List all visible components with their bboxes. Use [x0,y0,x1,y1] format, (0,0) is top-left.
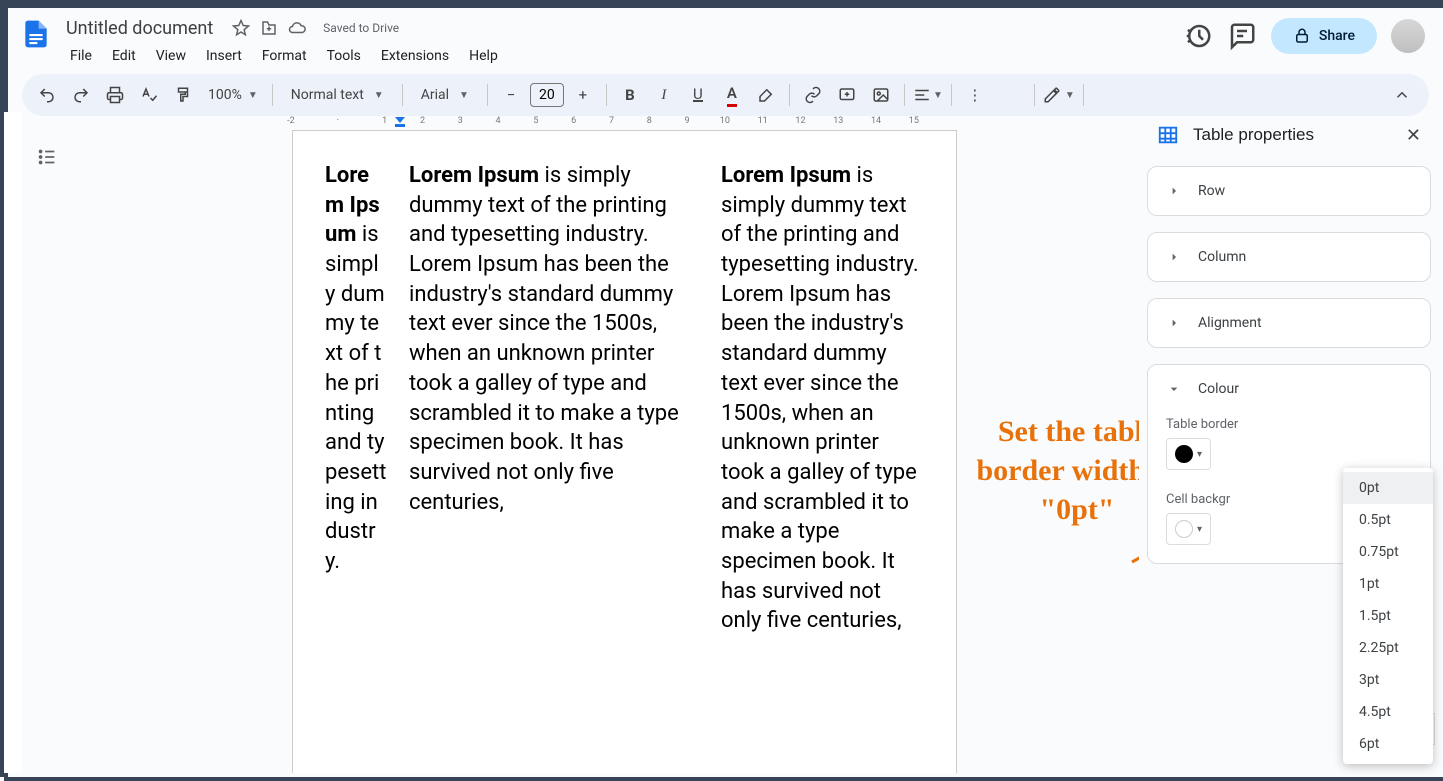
insert-comment-button[interactable] [832,80,862,110]
insert-image-button[interactable] [866,80,896,110]
table-cell-3[interactable]: Lorem Ipsum is simply dummy text of the … [721,161,921,636]
align-button[interactable]: ▼ [913,80,943,110]
table-properties-panel: Table properties ✕ Row Column Alignment … [1139,112,1439,773]
menu-view[interactable]: View [148,44,194,68]
style-value: Normal text [291,87,364,103]
menu-tools[interactable]: Tools [319,44,369,68]
border-color-swatch[interactable]: ▾ [1166,438,1211,470]
table-cell-1[interactable]: Lorem Ipsum is simply dummy text of the … [325,161,387,636]
insert-link-button[interactable] [798,80,828,110]
share-button[interactable]: Share [1271,18,1377,54]
border-width-option[interactable]: 0pt [1343,472,1433,504]
border-width-option[interactable]: 4.5pt [1343,696,1433,728]
redo-button[interactable] [66,80,96,110]
font-value: Arial [421,87,449,103]
italic-button[interactable]: I [649,80,679,110]
border-width-dropdown: 0pt 0.5pt 0.75pt 1pt 1.5pt 2.25pt 3pt 4.… [1343,468,1433,764]
menu-extensions[interactable]: Extensions [373,44,457,68]
chevron-right-icon [1166,183,1182,199]
menu-edit[interactable]: Edit [104,44,144,68]
section-colour[interactable]: Colour [1148,365,1430,413]
menu-insert[interactable]: Insert [198,44,250,68]
toolbar: 100%▼ Normal text▼ Arial▼ − + B I U A ▼ … [22,74,1429,116]
move-icon[interactable] [257,16,281,40]
chevron-right-icon [1166,249,1182,265]
underline-button[interactable]: U [683,80,713,110]
chevron-right-icon [1166,315,1182,331]
docs-logo[interactable] [16,14,56,54]
cell-bg-swatch[interactable]: ▾ [1166,513,1211,545]
border-width-option[interactable]: 2.25pt [1343,632,1433,664]
doc-title[interactable]: Untitled document [60,16,219,41]
font-size-decrease[interactable]: − [496,80,526,110]
undo-button[interactable] [32,80,62,110]
star-icon[interactable] [229,16,253,40]
section-alignment[interactable]: Alignment [1148,299,1430,347]
chevron-down-icon [1166,381,1182,397]
cloud-icon[interactable] [285,16,309,40]
font-size-input[interactable] [530,83,564,107]
border-width-option[interactable]: 3pt [1343,664,1433,696]
menu-help[interactable]: Help [461,44,506,68]
border-width-option[interactable]: 6pt [1343,728,1433,760]
table-icon [1157,124,1179,146]
text-color-button[interactable]: A [717,80,747,110]
doc-header: Untitled document Saved to Drive File Ed… [8,8,1443,74]
close-panel-button[interactable]: ✕ [1406,125,1421,146]
annotation-text: Set the table border width to "0pt" [972,412,1139,529]
bold-button[interactable]: B [615,80,645,110]
border-width-option[interactable]: 0.75pt [1343,536,1433,568]
page[interactable]: Lorem Ipsum is simply dummy text of the … [292,130,957,773]
canvas[interactable]: -2 · 1 2 3 4 5 6 7 8 9 10 11 12 13 14 15 [72,112,1139,773]
section-row[interactable]: Row [1148,167,1430,215]
horizontal-ruler[interactable]: -2 · 1 2 3 4 5 6 7 8 9 10 11 12 13 14 15 [72,112,1139,130]
history-icon[interactable] [1183,21,1213,51]
zoom-select[interactable]: 100%▼ [202,87,264,103]
highlight-button[interactable] [751,80,781,110]
menu-file[interactable]: File [62,44,100,68]
paint-format-button[interactable] [168,80,198,110]
avatar[interactable] [1391,19,1425,53]
menu-bar: File Edit View Insert Format Tools Exten… [60,44,506,68]
vertical-ruler [4,112,22,773]
outline-toggle[interactable] [22,112,72,773]
table-cell-2[interactable]: Lorem Ipsum is simply dummy text of the … [409,161,699,636]
paragraph-style-select[interactable]: Normal text▼ [281,87,394,103]
border-width-option[interactable]: 1.5pt [1343,600,1433,632]
share-label: Share [1319,28,1355,44]
zoom-value: 100% [208,87,242,103]
collapse-toolbar-button[interactable] [1385,78,1419,112]
section-column[interactable]: Column [1148,233,1430,281]
document-table[interactable]: Lorem Ipsum is simply dummy text of the … [325,161,924,636]
menu-format[interactable]: Format [254,44,315,68]
panel-title: Table properties [1193,125,1392,145]
comment-icon[interactable] [1227,21,1257,51]
print-button[interactable] [100,80,130,110]
more-button[interactable]: ⋮ [960,80,990,110]
border-width-option[interactable]: 0.5pt [1343,504,1433,536]
editing-mode-button[interactable]: ▼ [1043,80,1075,110]
spellcheck-button[interactable] [134,80,164,110]
font-size-increase[interactable]: + [568,80,598,110]
border-width-option[interactable]: 1pt [1343,568,1433,600]
border-label: Table border [1166,417,1412,432]
save-status: Saved to Drive [323,21,399,35]
font-select[interactable]: Arial▼ [411,87,479,103]
indent-marker-icon[interactable] [394,116,406,131]
